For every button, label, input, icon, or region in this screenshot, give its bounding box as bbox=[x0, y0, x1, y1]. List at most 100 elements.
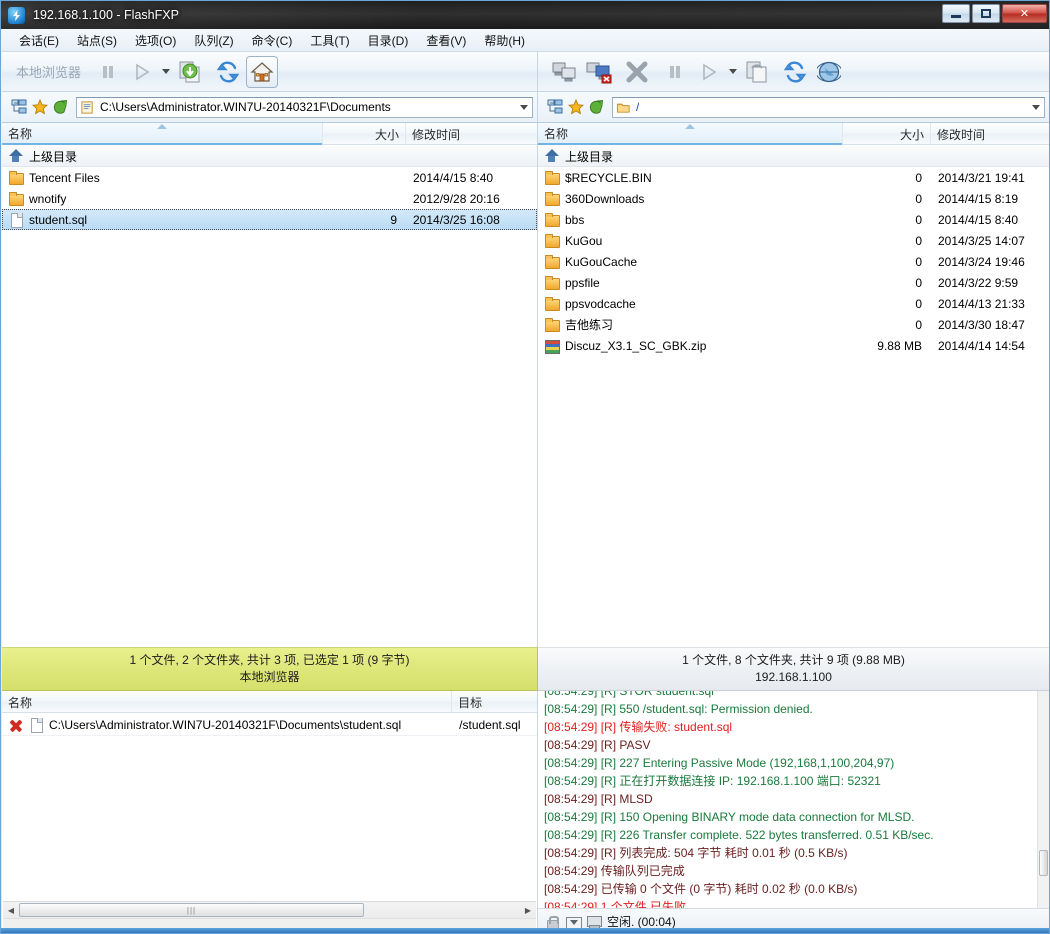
pause-button-remote[interactable] bbox=[659, 56, 691, 88]
table-row[interactable]: ppsfile 0 2014/3/22 9:59 bbox=[538, 272, 1049, 293]
transfer-queue-panel[interactable]: 名称 目标 C:\Users\Administrator.WIN7U-20140… bbox=[2, 691, 538, 933]
menu-view[interactable]: 查看(V) bbox=[417, 29, 475, 52]
queue-item[interactable]: C:\Users\Administrator.WIN7U-20140321F\D… bbox=[2, 714, 537, 736]
column-header-date[interactable]: 修改时间 bbox=[930, 123, 1048, 145]
file-name: ppsfile bbox=[565, 275, 600, 290]
transfer-button-remote[interactable] bbox=[741, 56, 773, 88]
local-path-input[interactable]: C:\Users\Administrator.WIN7U-20140321F\D… bbox=[76, 96, 533, 118]
column-header-name-label: 名称 bbox=[544, 126, 569, 141]
play-button-remote[interactable] bbox=[693, 56, 725, 88]
file-date: 2014/4/15 8:19 bbox=[938, 191, 1019, 206]
menu-options[interactable]: 选项(O) bbox=[126, 29, 185, 52]
table-row[interactable]: KuGouCache 0 2014/3/24 19:46 bbox=[538, 251, 1049, 272]
table-row[interactable]: student.sql 9 2014/3/25 16:08 bbox=[2, 209, 537, 230]
table-row[interactable]: 360Downloads 0 2014/4/15 8:19 bbox=[538, 188, 1049, 209]
local-path-dropdown[interactable] bbox=[515, 97, 532, 117]
menu-queue[interactable]: 队列(Z) bbox=[185, 29, 242, 52]
title-bar[interactable]: 192.168.1.100 - FlashFXP ✕ bbox=[1, 1, 1049, 29]
file-name: KuGouCache bbox=[565, 254, 638, 269]
folder-icon bbox=[544, 170, 560, 186]
list-item-parent-directory[interactable]: 上级目录 bbox=[538, 146, 1049, 167]
table-row[interactable]: Tencent Files 2014/4/15 8:40 bbox=[2, 167, 537, 188]
play-button[interactable] bbox=[126, 56, 158, 88]
table-row[interactable]: bbs 0 2014/4/15 8:40 bbox=[538, 209, 1049, 230]
log-line: [08:54:29] [R] 正在打开数据连接 IP: 192.168.1.10… bbox=[544, 774, 881, 788]
folder-icon bbox=[8, 191, 24, 207]
remote-file-rows[interactable]: 上级目录 $RECYCLE.BIN 0 2014/3/21 19:41 360D… bbox=[538, 146, 1049, 647]
queue-rows[interactable]: C:\Users\Administrator.WIN7U-20140321F\D… bbox=[2, 714, 537, 898]
menu-tools[interactable]: 工具(T) bbox=[301, 29, 358, 52]
folder-icon bbox=[544, 254, 560, 270]
refresh-button-remote[interactable] bbox=[779, 56, 811, 88]
table-row[interactable]: KuGou 0 2014/3/25 14:07 bbox=[538, 230, 1049, 251]
abort-button[interactable] bbox=[621, 56, 653, 88]
table-row[interactable]: ppsvodcache 0 2014/4/13 21:33 bbox=[538, 293, 1049, 314]
table-row[interactable]: Discuz_X3.1_SC_GBK.zip 9.88 MB 2014/4/14… bbox=[538, 335, 1049, 356]
log-panel[interactable]: [08:54:29] [R] STOR student.sql [08:54:2… bbox=[538, 691, 1049, 933]
connect-button[interactable] bbox=[549, 56, 581, 88]
column-header-size[interactable]: 大小 bbox=[322, 123, 405, 145]
remote-path-input[interactable]: / bbox=[612, 96, 1045, 118]
local-file-rows[interactable]: 上级目录 Tencent Files 2014/4/15 8:40 wnotif… bbox=[2, 146, 537, 647]
play-icon bbox=[136, 63, 150, 80]
column-header-name[interactable]: 名称 bbox=[2, 123, 322, 145]
scroll-right-arrow-icon[interactable]: ▶ bbox=[520, 902, 536, 918]
window-resize-border[interactable] bbox=[1, 928, 1049, 933]
folder-icon bbox=[544, 317, 560, 333]
play-dropdown-button-remote[interactable] bbox=[726, 56, 740, 88]
table-row[interactable]: $RECYCLE.BIN 0 2014/3/21 19:41 bbox=[538, 167, 1049, 188]
queue-column-header-name[interactable]: 名称 bbox=[2, 691, 451, 713]
close-button[interactable]: ✕ bbox=[1002, 4, 1047, 23]
home-button[interactable] bbox=[246, 55, 279, 88]
up-refresh-icon[interactable] bbox=[53, 99, 69, 115]
menu-directory[interactable]: 目录(D) bbox=[359, 29, 418, 52]
remote-status-host: 192.168.1.100 bbox=[755, 670, 832, 684]
connect-icon bbox=[552, 62, 576, 81]
up-refresh-icon[interactable] bbox=[589, 99, 605, 115]
remote-file-pane[interactable]: 名称 大小 修改时间 上级目录 $RECYCLE.BIN 0 2014/3/21… bbox=[538, 123, 1049, 647]
remote-path-dropdown[interactable] bbox=[1027, 97, 1044, 117]
pause-icon bbox=[670, 65, 680, 78]
menu-commands[interactable]: 命令(C) bbox=[243, 29, 302, 52]
scroll-track[interactable]: ||| bbox=[19, 902, 520, 918]
scroll-thumb[interactable] bbox=[1039, 850, 1048, 876]
transfer-button[interactable] bbox=[174, 56, 206, 88]
disconnect-button[interactable] bbox=[583, 56, 615, 88]
favorites-star-icon[interactable] bbox=[32, 99, 48, 115]
file-icon bbox=[8, 212, 24, 228]
local-status-summary: 1 个文件, 2 个文件夹, 共计 3 项, 已选定 1 项 (9 字节) bbox=[129, 653, 410, 667]
tree-icon[interactable] bbox=[547, 99, 563, 115]
menu-bar: 会话(E) 站点(S) 选项(O) 队列(Z) 命令(C) 工具(T) 目录(D… bbox=[2, 29, 1049, 52]
favorites-star-icon[interactable] bbox=[568, 99, 584, 115]
list-item-parent-directory[interactable]: 上级目录 bbox=[2, 146, 537, 167]
column-header-date[interactable]: 修改时间 bbox=[405, 123, 537, 145]
play-icon bbox=[703, 63, 717, 80]
minimize-button[interactable] bbox=[942, 4, 970, 23]
remote-pane-status: 1 个文件, 8 个文件夹, 共计 9 项 (9.88 MB) 192.168.… bbox=[538, 647, 1049, 691]
play-dropdown-button[interactable] bbox=[159, 56, 173, 88]
tree-icon[interactable] bbox=[11, 99, 27, 115]
local-file-pane[interactable]: 名称 大小 修改时间 上级目录 Tencent Files 2014/4/15 … bbox=[2, 123, 538, 647]
column-header-name[interactable]: 名称 bbox=[538, 123, 842, 145]
local-address-icons bbox=[2, 99, 76, 115]
queue-horizontal-scrollbar[interactable]: ◀ ||| ▶ bbox=[3, 901, 536, 918]
table-row[interactable]: wnotify 2012/9/28 20:16 bbox=[2, 188, 537, 209]
column-header-size[interactable]: 大小 bbox=[842, 123, 930, 145]
zip-archive-icon bbox=[544, 338, 560, 354]
file-icon bbox=[28, 717, 44, 733]
queue-column-header-target[interactable]: 目标 bbox=[451, 691, 537, 713]
log-vertical-scrollbar[interactable] bbox=[1037, 691, 1049, 908]
menu-help[interactable]: 帮助(H) bbox=[475, 29, 534, 52]
folder-icon bbox=[544, 191, 560, 207]
menu-sites[interactable]: 站点(S) bbox=[68, 29, 126, 52]
pause-button[interactable] bbox=[92, 56, 124, 88]
globe-button[interactable] bbox=[813, 56, 845, 88]
maximize-button[interactable] bbox=[972, 4, 1000, 23]
menu-session[interactable]: 会话(E) bbox=[10, 29, 68, 52]
file-size: 0 bbox=[915, 275, 922, 290]
log-line: [08:54:29] 1 个文件 已失败 bbox=[544, 900, 687, 908]
scroll-thumb[interactable]: ||| bbox=[19, 903, 364, 917]
scroll-left-arrow-icon[interactable]: ◀ bbox=[3, 902, 19, 918]
table-row[interactable]: 吉他练习 0 2014/3/30 18:47 bbox=[538, 314, 1049, 335]
refresh-button[interactable] bbox=[212, 56, 244, 88]
